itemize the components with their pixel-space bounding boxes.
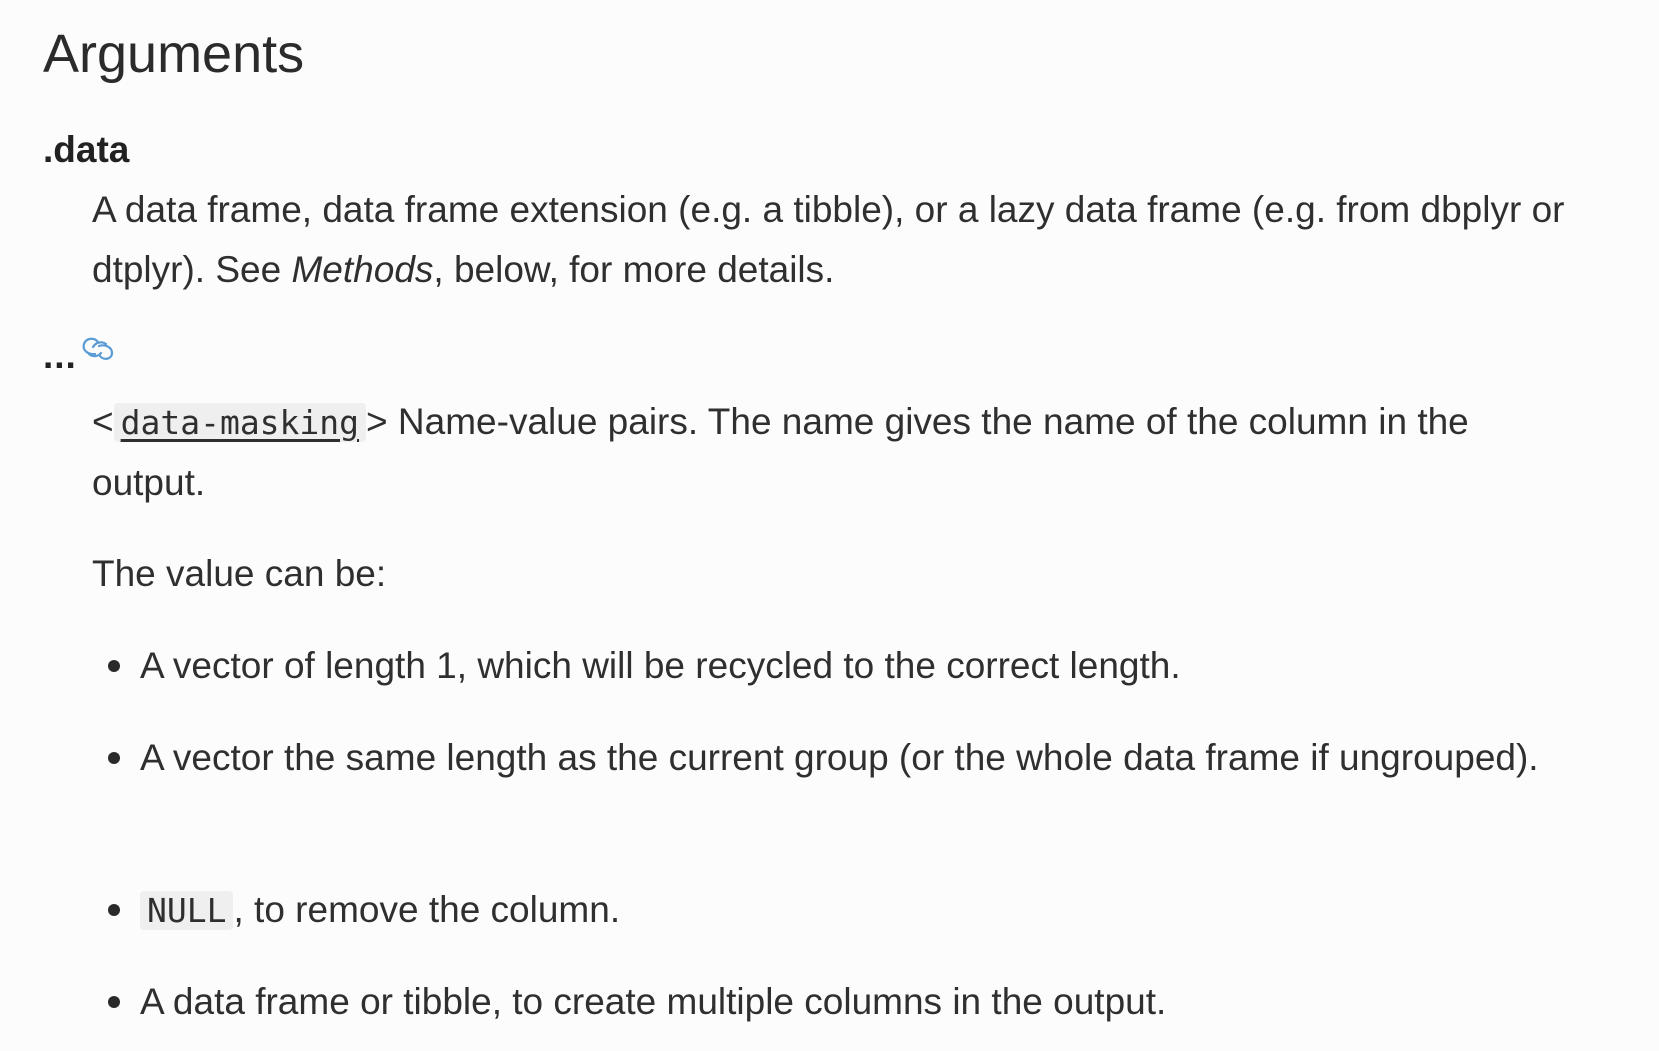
value-intro: The value can be: — [92, 553, 387, 594]
list-item-text: A vector of length 1, which will be recy… — [140, 645, 1181, 686]
bullet-icon — [108, 996, 120, 1008]
argument-description-dots: < data-masking > Name-value pairs. The nam… — [92, 392, 1572, 513]
argument-name-dots: ... — [43, 335, 77, 376]
list-item: NULL, to remove the column. — [92, 880, 1542, 941]
bullet-icon — [108, 660, 120, 672]
list-item-text: A vector the same length as the current … — [140, 737, 1539, 778]
list-item: A vector of length 1, which will be recy… — [92, 636, 1542, 696]
description-text-end: , below, for more details. — [433, 249, 835, 290]
argument-name-data: .data — [43, 129, 130, 170]
bullet-icon — [108, 904, 120, 916]
list-item: A data frame or tibble, to create multip… — [92, 972, 1542, 1032]
argument-description-data: A data frame, data frame extension (e.g.… — [92, 180, 1572, 300]
list-item-text: A data frame or tibble, to create multip… — [140, 981, 1167, 1022]
null-code: NULL — [140, 891, 234, 930]
list-item: A vector the same length as the current … — [92, 728, 1542, 788]
data-masking-link[interactable]: data-masking — [113, 403, 367, 442]
close-bracket: > — [366, 401, 388, 442]
null-description: , to remove the column. — [233, 889, 621, 930]
argument-reference-page: Arguments .data A data frame, data frame… — [0, 0, 1659, 1051]
arguments-heading: Arguments — [43, 24, 305, 84]
methods-emphasis: Methods — [291, 249, 434, 290]
bullet-icon — [108, 752, 120, 764]
list-item-text: NULL, to remove the column. — [140, 880, 1542, 941]
link-icon[interactable] — [79, 334, 119, 364]
open-bracket: < — [92, 401, 114, 442]
